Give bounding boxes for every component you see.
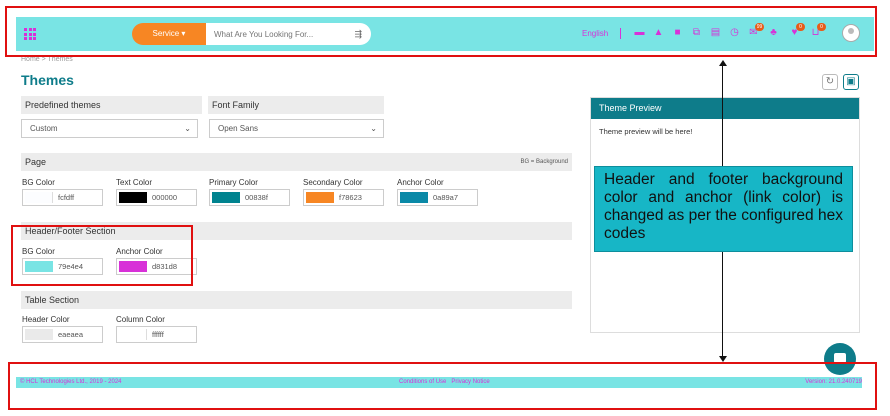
color-picker-field[interactable]: 0a89a7 <box>397 189 478 206</box>
predefined-theme-select[interactable]: Custom ⌄ <box>21 119 198 138</box>
color-picker-field[interactable]: 00838f <box>209 189 290 206</box>
chevron-down-icon: ⌄ <box>370 124 377 133</box>
theme-preview-title: Theme Preview <box>591 98 859 119</box>
hex-value[interactable]: 00838f <box>245 193 268 202</box>
hex-value[interactable]: 000000 <box>152 193 177 202</box>
hex-value[interactable]: ffffff <box>152 330 164 339</box>
color-swatch[interactable] <box>212 192 240 203</box>
color-swatch[interactable] <box>25 329 53 340</box>
color-field-label: Secondary Color <box>303 178 363 187</box>
predefined-theme-value: Custom <box>30 124 58 133</box>
color-swatch[interactable] <box>25 192 53 203</box>
annotation-callout: Header and footer background color and a… <box>594 166 853 252</box>
save-button[interactable]: ▣ <box>843 74 859 90</box>
chevron-down-icon: ⌄ <box>184 124 191 133</box>
color-picker-field[interactable]: ffffff <box>116 326 197 343</box>
font-family-value: Open Sans <box>218 124 259 133</box>
font-family-select[interactable]: Open Sans ⌄ <box>209 119 384 138</box>
refresh-button[interactable]: ↻ <box>822 74 838 90</box>
color-field-label: Primary Color <box>209 178 258 187</box>
color-swatch[interactable] <box>119 329 147 340</box>
color-field-label: BG Color <box>22 178 55 187</box>
table-section-header: Table Section <box>21 291 572 309</box>
page-section-title: Page <box>25 157 47 167</box>
arrow-line-top <box>722 64 723 166</box>
footer-highlight-box <box>8 362 877 410</box>
color-field-label: Header Color <box>22 315 70 324</box>
hex-value[interactable]: fcfdff <box>58 193 74 202</box>
font-family-header: Font Family <box>208 96 384 114</box>
color-field-label: Column Color <box>116 315 165 324</box>
save-icon: ▣ <box>846 76 856 87</box>
hex-value[interactable]: eaeaea <box>58 330 83 339</box>
bg-note: BG = Background <box>520 159 568 165</box>
color-swatch[interactable] <box>400 192 428 203</box>
breadcrumb[interactable]: Home > Themes <box>21 56 73 63</box>
theme-preview-body: Theme preview will be here! <box>599 127 693 136</box>
color-field-label: Text Color <box>116 178 153 187</box>
color-picker-field[interactable]: fcfdff <box>22 189 103 206</box>
color-field-label: Anchor Color <box>397 178 444 187</box>
color-swatch[interactable] <box>306 192 334 203</box>
page-title: Themes <box>21 72 74 88</box>
header-highlight-box <box>5 6 877 57</box>
header-footer-settings-highlight-box <box>11 225 193 286</box>
refresh-icon: ↻ <box>825 76 835 87</box>
color-swatch[interactable] <box>119 192 147 203</box>
arrow-line-bottom <box>722 252 723 357</box>
color-picker-field[interactable]: f78623 <box>303 189 384 206</box>
color-picker-field[interactable]: 000000 <box>116 189 197 206</box>
hex-value[interactable]: 0a89a7 <box>433 193 458 202</box>
color-picker-field[interactable]: eaeaea <box>22 326 103 343</box>
hex-value[interactable]: f78623 <box>339 193 362 202</box>
predefined-themes-header: Predefined themes <box>21 96 202 114</box>
page-section-header: Page BG = Background <box>21 153 572 171</box>
arrow-up-annotation <box>719 60 727 66</box>
